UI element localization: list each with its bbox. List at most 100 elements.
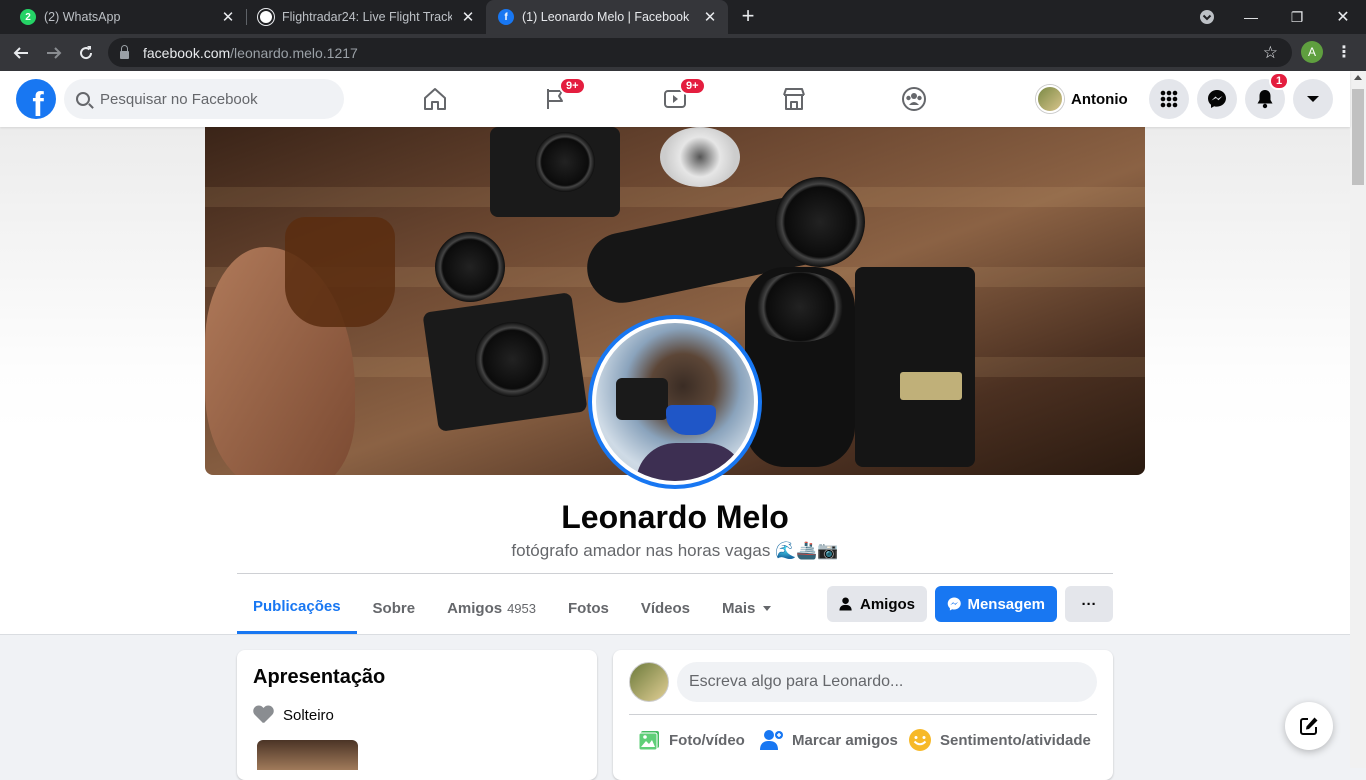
- profile-tabs: Publicações Sobre Amigos 4953 Fotos Vídeo…: [237, 582, 787, 634]
- forward-button[interactable]: [41, 40, 67, 66]
- home-icon: [424, 88, 446, 110]
- tab-photos[interactable]: Fotos: [552, 582, 625, 634]
- back-button[interactable]: [8, 40, 34, 66]
- scrollbar-thumb[interactable]: [1352, 89, 1364, 185]
- flightradar-icon: [258, 9, 274, 25]
- new-message-button[interactable]: [1285, 702, 1333, 750]
- notifications-button[interactable]: 1: [1245, 72, 1290, 119]
- featured-photo[interactable]: [257, 740, 358, 770]
- tab-label: Publicações: [253, 598, 341, 615]
- close-icon[interactable]: ✕: [220, 9, 236, 26]
- more-options-button[interactable]: ···: [1065, 586, 1113, 622]
- tag-friends-icon: [760, 730, 783, 750]
- bookmark-star-icon[interactable]: ☆: [1263, 43, 1278, 63]
- tab-facebook[interactable]: f (1) Leonardo Melo | Facebook ✕: [486, 0, 728, 34]
- cover-lens: [775, 177, 865, 267]
- scroll-up-icon[interactable]: [1354, 75, 1362, 80]
- new-tab-button[interactable]: +: [737, 5, 759, 27]
- photo-video-button[interactable]: Foto/vídeo: [637, 728, 745, 752]
- caret-down-icon: [1307, 96, 1319, 102]
- friends-count: 4953: [507, 600, 536, 616]
- post-composer: Escreva algo para Leonardo... Foto/vídeo…: [613, 650, 1113, 780]
- messenger-icon: [1208, 90, 1226, 108]
- cover-lens: [535, 132, 595, 192]
- nav-home[interactable]: [379, 71, 491, 127]
- tab-label: Amigos: [447, 599, 503, 617]
- tab-more[interactable]: Mais: [706, 582, 787, 634]
- facebook-icon: f: [498, 9, 514, 25]
- browser-profile-avatar[interactable]: A: [1301, 41, 1323, 63]
- smiley-icon: [909, 729, 931, 751]
- pages-badge: 9+: [559, 77, 586, 95]
- browser-menu-icon[interactable]: ⋮: [1336, 42, 1352, 62]
- cover-lens: [435, 232, 505, 302]
- cover-mug: [285, 217, 395, 327]
- tab-whatsapp[interactable]: 2 (2) WhatsApp ✕: [0, 0, 246, 34]
- cover-lens: [475, 322, 550, 397]
- tab-search-icon[interactable]: [1184, 0, 1230, 34]
- watch-badge: 9+: [679, 77, 706, 95]
- url-path: /leonardo.melo.1217: [230, 44, 358, 61]
- minimize-button[interactable]: —: [1228, 0, 1274, 34]
- intro-card: Apresentação Solteiro: [237, 650, 597, 780]
- tab-posts[interactable]: Publicações: [237, 582, 357, 634]
- tab-videos[interactable]: Vídeos: [625, 582, 706, 634]
- nav-pages[interactable]: 9+: [499, 71, 611, 127]
- photo-video-label: Foto/vídeo: [669, 731, 745, 749]
- tab-title: (1) Leonardo Melo | Facebook: [522, 10, 690, 24]
- profile-shortcut[interactable]: Antonio: [1036, 83, 1128, 115]
- address-bar[interactable]: facebook.com/leonardo.melo.1217 ☆: [108, 38, 1292, 67]
- intro-title: Apresentação: [253, 666, 386, 688]
- friends-button[interactable]: Amigos: [827, 586, 927, 622]
- profile-header: Leonardo Melo fotógrafo amador nas horas…: [0, 127, 1350, 635]
- close-window-button[interactable]: ✕: [1320, 0, 1366, 34]
- whatsapp-icon: 2: [20, 9, 36, 25]
- avatar-mask: [666, 405, 716, 435]
- avatar-shirt: [636, 443, 746, 481]
- search-input[interactable]: Pesquisar no Facebook: [64, 79, 344, 119]
- nav-marketplace[interactable]: [738, 71, 850, 127]
- nav-watch[interactable]: 9+: [619, 71, 731, 127]
- cover-flash: [855, 267, 975, 467]
- feeling-activity-button[interactable]: Sentimento/atividade: [908, 728, 1091, 752]
- browser-tabstrip: 2 (2) WhatsApp ✕ Flightradar24: Live Fli…: [0, 0, 1366, 34]
- tab-title: (2) WhatsApp: [44, 10, 121, 24]
- relationship-status: Solteiro: [253, 706, 334, 724]
- search-icon: [76, 92, 90, 106]
- photo-icon: [638, 731, 659, 751]
- avatar[interactable]: [629, 662, 669, 702]
- message-button[interactable]: Mensagem: [935, 586, 1057, 622]
- avatar: [1036, 85, 1064, 113]
- tab-label: Fotos: [568, 599, 609, 617]
- logo-letter: f: [32, 86, 44, 119]
- grid-menu-icon: [1160, 90, 1178, 108]
- relationship-label: Solteiro: [283, 706, 334, 724]
- nav-groups[interactable]: [858, 71, 970, 127]
- browser-toolbar: facebook.com/leonardo.melo.1217 ☆ A ⋮: [0, 34, 1366, 71]
- page-scrollbar[interactable]: [1350, 71, 1366, 768]
- close-icon[interactable]: ✕: [460, 9, 476, 26]
- tab-friends[interactable]: Amigos 4953: [431, 582, 552, 634]
- menu-button[interactable]: [1149, 79, 1189, 119]
- user-name: Antonio: [1071, 90, 1128, 108]
- composer-input[interactable]: Escreva algo para Leonardo...: [677, 662, 1097, 702]
- facebook-logo[interactable]: f: [16, 79, 56, 119]
- composer-placeholder: Escreva algo para Leonardo...: [689, 673, 904, 690]
- divider: [629, 714, 1097, 715]
- url-host: facebook.com: [143, 44, 231, 61]
- cover-wood-grain: [205, 187, 1145, 207]
- restore-button[interactable]: ❐: [1274, 0, 1320, 34]
- bell-icon: [1257, 90, 1273, 109]
- groups-icon: [902, 87, 926, 111]
- facebook-header: f Pesquisar no Facebook 9+ 9+ Antonio 1: [0, 71, 1350, 127]
- tab-about[interactable]: Sobre: [357, 582, 432, 634]
- messenger-button[interactable]: [1197, 79, 1237, 119]
- friend-check-icon: [839, 597, 852, 611]
- tag-friends-button[interactable]: Marcar amigos: [760, 728, 898, 752]
- cover-flash-screen: [900, 372, 962, 400]
- profile-picture[interactable]: [588, 315, 762, 489]
- tab-flightradar[interactable]: Flightradar24: Live Flight Tracker ✕: [238, 0, 486, 34]
- account-menu-button[interactable]: [1293, 79, 1333, 119]
- close-icon[interactable]: ✕: [702, 9, 718, 26]
- reload-button[interactable]: [73, 40, 99, 66]
